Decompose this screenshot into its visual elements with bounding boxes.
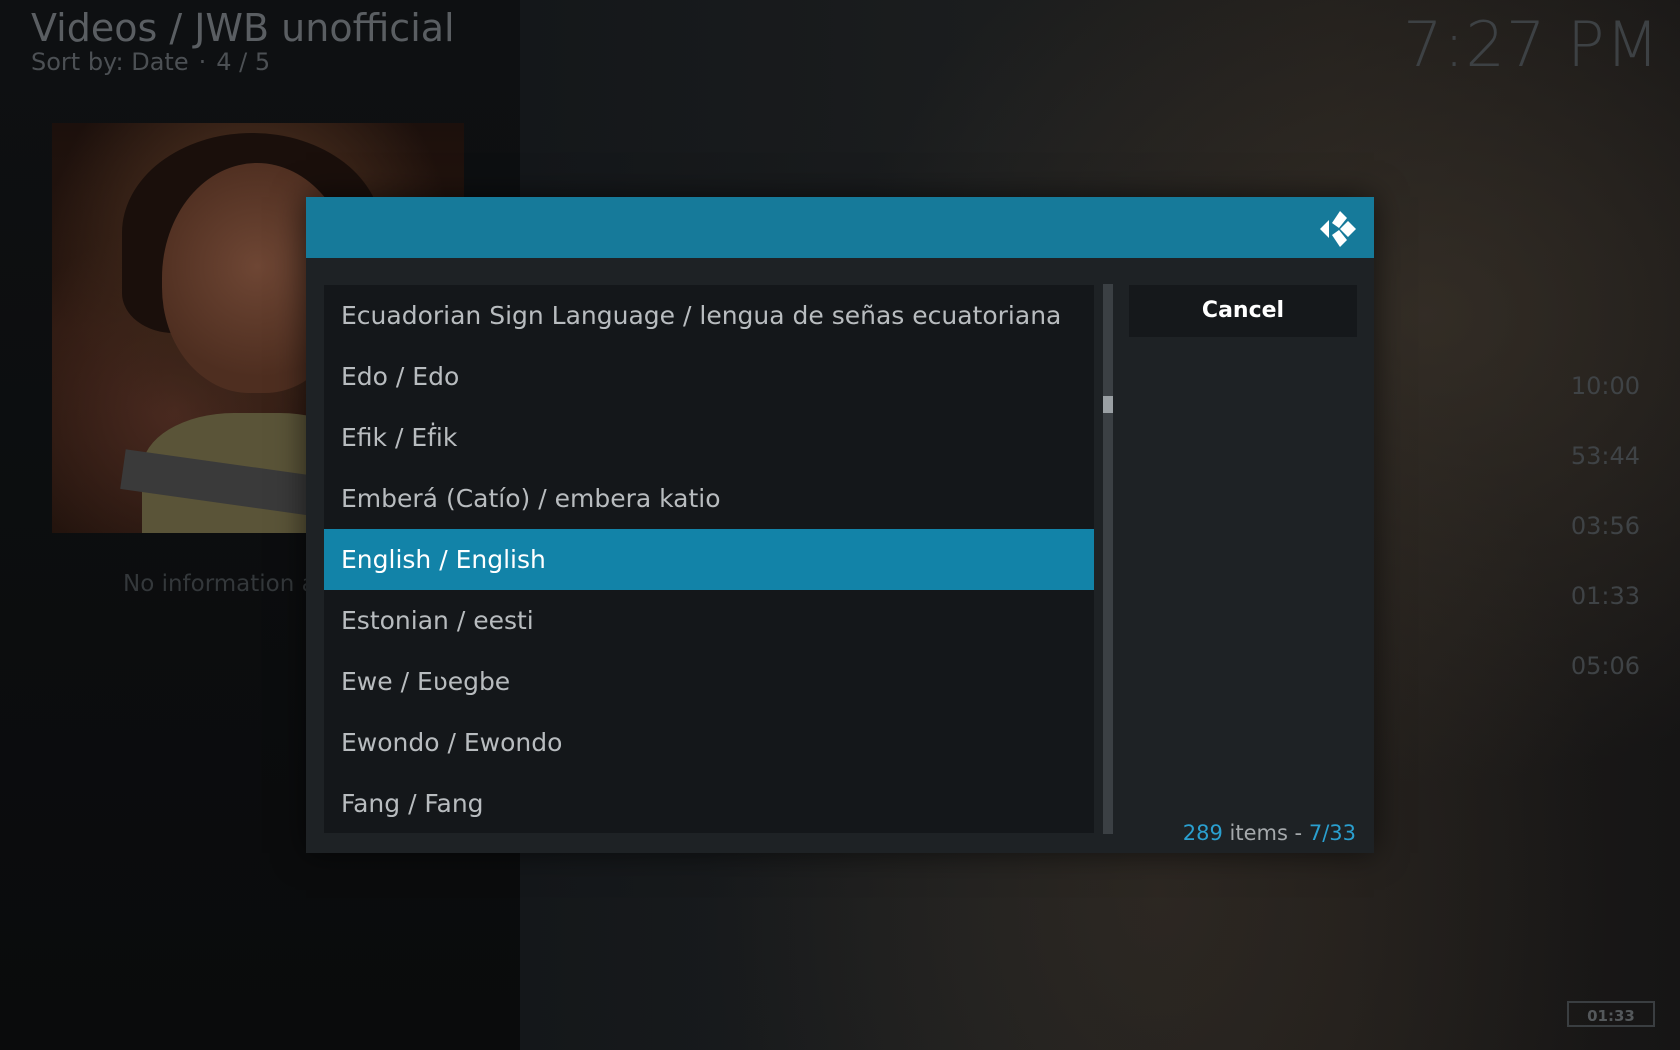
dialog-header [306, 197, 1374, 258]
list-item[interactable]: Edo / Edo [324, 346, 1094, 407]
list-item[interactable]: Ewe / Eʋegbe [324, 651, 1094, 712]
language-select-dialog: Ecuadorian Sign Language / lengua de señ… [306, 197, 1374, 853]
list-scrollbar[interactable] [1103, 284, 1113, 834]
list-item[interactable]: Efik / Eḟik [324, 407, 1094, 468]
duration-item: 03:56 [1570, 512, 1640, 540]
item-count-label: items - [1229, 821, 1303, 845]
sort-info: Sort by: Date · 4 / 5 [31, 48, 270, 76]
page-indicator: 7/33 [1308, 821, 1356, 845]
duration-item: 53:44 [1570, 442, 1640, 470]
mini-time-badge: 01:33 [1567, 1001, 1655, 1027]
list-item-selected[interactable]: English / English [324, 529, 1094, 590]
list-item[interactable]: Fang / Fang [324, 773, 1094, 833]
duration-item: 05:06 [1570, 652, 1640, 680]
sort-separator: · [198, 48, 207, 76]
list-item[interactable]: Ewondo / Ewondo [324, 712, 1094, 773]
duration-list: 10:00 53:44 03:56 01:33 05:06 [1520, 368, 1640, 718]
list-item[interactable]: Ecuadorian Sign Language / lengua de señ… [324, 285, 1094, 346]
language-list[interactable]: Ecuadorian Sign Language / lengua de señ… [324, 285, 1094, 833]
list-item[interactable]: Estonian / eesti [324, 590, 1094, 651]
list-item[interactable]: Emberá (Catío) / embera katio [324, 468, 1094, 529]
duration-item: 10:00 [1570, 372, 1640, 400]
clock: 7:27 PM [1403, 8, 1660, 81]
cancel-button[interactable]: Cancel [1129, 285, 1357, 337]
duration-item: 01:33 [1570, 582, 1640, 610]
item-count: 289 items - 7/33 [1183, 821, 1356, 845]
kodi-logo-icon [1320, 211, 1356, 247]
sort-label: Sort by: Date [31, 48, 189, 76]
page-title: Videos / JWB unofficial [31, 6, 455, 50]
no-information-text: No information a [123, 571, 316, 597]
item-total: 289 [1182, 821, 1223, 845]
scrollbar-thumb[interactable] [1103, 396, 1113, 413]
sort-position: 4 / 5 [216, 48, 271, 76]
